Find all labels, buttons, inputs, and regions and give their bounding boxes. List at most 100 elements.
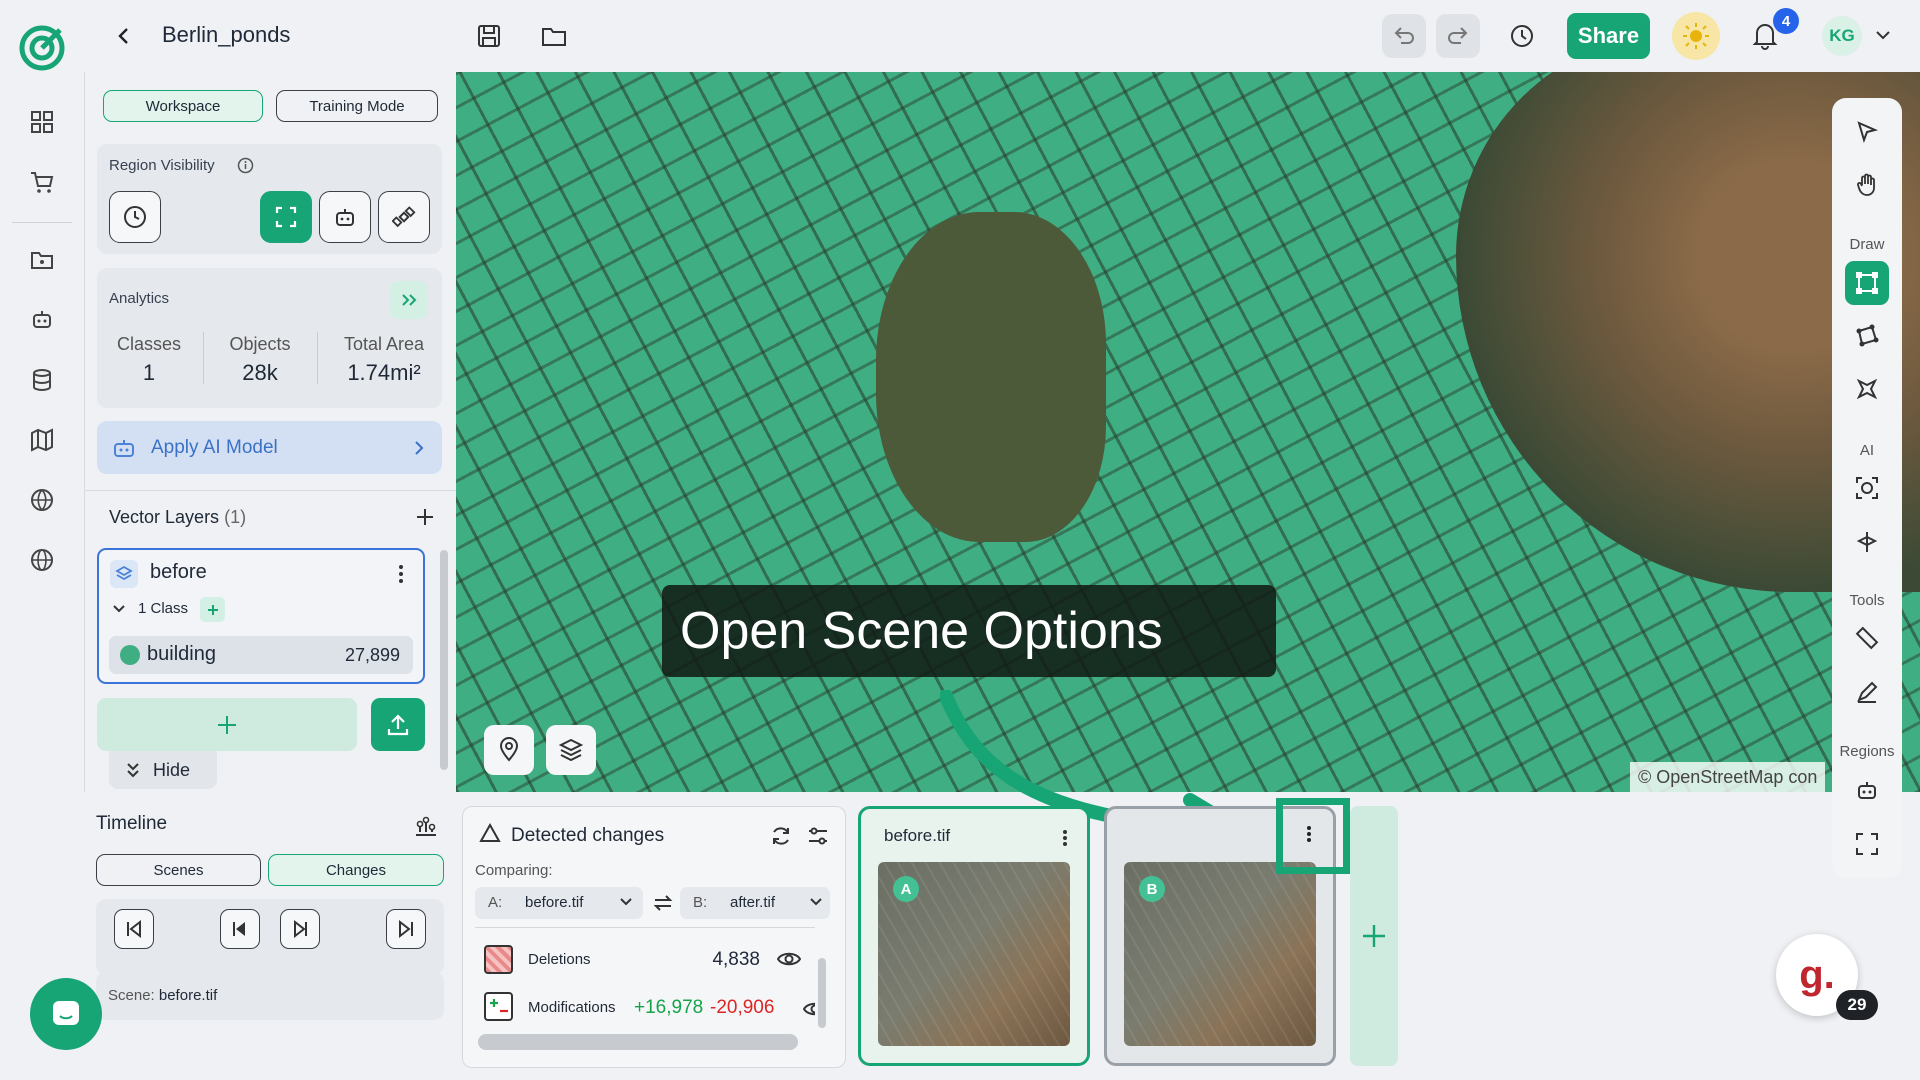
add-layer-button[interactable]: [97, 698, 357, 751]
vector-layers-label: Vector Layers: [109, 507, 220, 527]
scene-b-more-vertical-icon[interactable]: [1306, 824, 1312, 844]
eye-visibility-icon[interactable]: [777, 950, 801, 968]
analytics-divider: [317, 332, 318, 384]
database-icon[interactable]: [22, 360, 62, 400]
tab-training-mode[interactable]: Training Mode: [276, 90, 438, 122]
hide-button[interactable]: Hide: [109, 751, 217, 789]
undo-icon[interactable]: [1382, 14, 1426, 58]
step-back-icon: [233, 922, 245, 936]
cart-icon[interactable]: [22, 162, 62, 202]
step-back-button[interactable]: [220, 909, 260, 949]
park-area: [876, 212, 1106, 542]
filter-settings-icon[interactable]: [806, 824, 830, 848]
region-visibility-label: Region Visibility: [109, 157, 215, 174]
changes-horizontal-scrollbar[interactable]: [478, 1034, 798, 1050]
collapse-chevron-icon[interactable]: [111, 602, 127, 616]
ai-segment-icon[interactable]: [1845, 520, 1889, 564]
region-fullscreen-icon[interactable]: [1845, 822, 1889, 866]
expand-double-chevron-icon[interactable]: [390, 281, 428, 319]
layers-icon: [110, 560, 138, 588]
back-arrow-icon[interactable]: [102, 14, 146, 58]
redo-icon[interactable]: [1436, 14, 1480, 58]
chat-launcher-button[interactable]: [30, 978, 102, 1050]
clock-visibility-button[interactable]: [109, 191, 161, 243]
robot-icon[interactable]: [22, 300, 62, 340]
map-attribution[interactable]: © OpenStreetMap con: [1630, 762, 1826, 792]
timeline-title: Timeline: [96, 813, 168, 834]
project-folder-icon[interactable]: [22, 240, 62, 280]
vector-layers-count: (1): [224, 507, 247, 527]
skip-to-end-button[interactable]: [386, 909, 426, 949]
modifications-swatch-icon: [484, 992, 513, 1021]
chevron-down-icon[interactable]: [1874, 28, 1892, 42]
class-object-count: 27,899: [344, 645, 400, 665]
scene-value: before.tif: [158, 987, 218, 1004]
folder-icon[interactable]: [532, 14, 576, 58]
step-forward-button[interactable]: [280, 909, 320, 949]
tab-scenes[interactable]: Scenes: [96, 854, 261, 886]
pan-hand-icon[interactable]: [1845, 163, 1889, 207]
select-pointer-icon[interactable]: [1845, 110, 1889, 154]
add-class-plus-icon[interactable]: [200, 597, 225, 622]
info-icon[interactable]: [237, 157, 254, 174]
satellite-visibility-button[interactable]: [378, 191, 430, 243]
classes-value: 1: [142, 360, 156, 385]
user-avatar[interactable]: KG: [1822, 16, 1862, 56]
basketball-globe-icon[interactable]: [22, 480, 62, 520]
ruler-icon[interactable]: [1845, 616, 1889, 660]
location-pin-icon: [499, 737, 519, 762]
timeline-settings-icon[interactable]: [413, 812, 439, 838]
add-scene-button[interactable]: [1350, 806, 1398, 1066]
theme-sun-icon[interactable]: [1672, 12, 1720, 60]
history-icon[interactable]: [1500, 14, 1544, 58]
map-canvas[interactable]: [456, 72, 1920, 792]
region-robot-icon[interactable]: [1845, 768, 1889, 812]
draw-freeform-icon[interactable]: [1845, 367, 1889, 411]
fullscreen-visibility-button[interactable]: [260, 191, 312, 243]
add-layer-plus-icon[interactable]: [414, 506, 436, 528]
changes-vertical-scrollbar[interactable]: [818, 958, 826, 1028]
layer-more-vertical-icon[interactable]: [398, 563, 404, 585]
upload-icon: [387, 713, 409, 735]
ai-detect-icon[interactable]: [1845, 466, 1889, 510]
panel-scrollbar[interactable]: [440, 550, 448, 770]
pen-icon[interactable]: [1845, 670, 1889, 714]
location-pin-button[interactable]: [484, 725, 534, 775]
app-logo-icon[interactable]: [16, 22, 68, 74]
draw-rectangle-icon[interactable]: [1845, 261, 1889, 305]
layers-toggle-button[interactable]: [546, 725, 596, 775]
objects-label: Objects: [229, 334, 291, 354]
scene-options-highlight: [1276, 798, 1350, 874]
stack-layers-icon: [558, 738, 584, 762]
compare-a-prefix: A:: [488, 894, 503, 911]
refresh-icon[interactable]: [769, 824, 793, 848]
chevron-down-icon: [618, 896, 634, 908]
draw-section-label: Draw: [1849, 236, 1885, 253]
draw-polygon-icon[interactable]: [1845, 314, 1889, 358]
skip-to-start-button[interactable]: [114, 909, 154, 949]
layer-name: before: [150, 561, 207, 583]
deletions-swatch-icon: [484, 945, 513, 974]
tab-workspace[interactable]: Workspace: [103, 90, 263, 122]
robot-visibility-button[interactable]: [319, 191, 371, 243]
tab-changes[interactable]: Changes: [268, 854, 444, 886]
class-count: 1 Class: [138, 600, 189, 617]
upload-button[interactable]: [371, 698, 425, 751]
globe-icon[interactable]: [22, 540, 62, 580]
modifications-added: +16,978: [634, 997, 704, 1018]
objects-value: 28k: [242, 360, 278, 385]
swap-arrows-icon[interactable]: [652, 892, 674, 914]
total-area-label: Total Area: [343, 334, 425, 354]
project-title: Berlin_ponds: [162, 22, 291, 47]
save-icon[interactable]: [467, 14, 511, 58]
vector-layers-title: Vector Layers (1): [109, 507, 246, 528]
share-button[interactable]: Share: [1567, 13, 1650, 59]
scene-a-more-vertical-icon[interactable]: [1062, 828, 1068, 848]
chevron-right-icon: [411, 439, 427, 457]
regions-section-label: Regions: [1839, 743, 1895, 760]
class-name: building: [147, 643, 216, 665]
deletions-label: Deletions: [528, 951, 591, 968]
dashboard-icon[interactable]: [22, 102, 62, 142]
map-icon[interactable]: [22, 420, 62, 460]
eye-visibility-icon[interactable]: [803, 997, 815, 1021]
